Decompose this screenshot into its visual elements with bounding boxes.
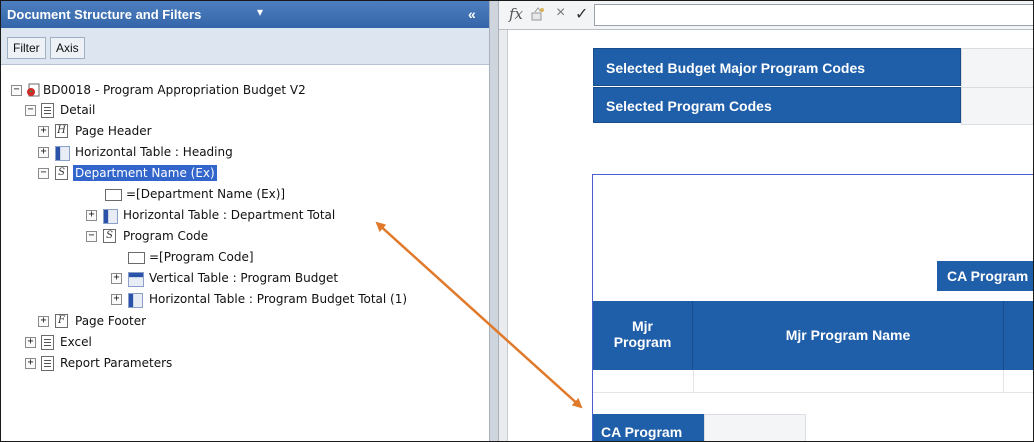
tab-axis[interactable]: Axis xyxy=(50,37,85,59)
panel-header: Document Structure and Filters ▾ « xyxy=(1,1,489,28)
expand-toggle-icon[interactable]: + xyxy=(38,147,49,158)
table-header-row: Mjr Program Mjr Program Name xyxy=(593,301,1033,370)
formula-fx-icon[interactable]: fx xyxy=(509,5,523,23)
selected-program-codes-value[interactable] xyxy=(961,87,1033,125)
section-icon: S xyxy=(103,229,116,243)
expand-toggle-icon[interactable]: + xyxy=(25,337,36,348)
tree-label-department-name: Department Name (Ex) xyxy=(73,165,217,181)
report-editor-panel: fx × ✓ Selected Budget Major Program Cod… xyxy=(489,1,1033,441)
structure-tree: − BD0018 - Program Appropriation Budget … xyxy=(1,64,489,441)
ca-program-footer-value[interactable] xyxy=(704,414,806,441)
ca-program-header-cell[interactable]: CA Program xyxy=(937,261,1033,291)
selected-major-codes-value[interactable] xyxy=(961,48,1033,88)
cell-icon xyxy=(128,252,145,264)
tree-label-report-parameters: Report Parameters xyxy=(60,356,173,370)
collapse-toggle-icon[interactable]: − xyxy=(86,231,97,242)
page-header-icon: H xyxy=(55,124,68,138)
horizontal-table-icon xyxy=(128,293,143,308)
department-section[interactable]: CA Program Mjr Program Mjr Program Name … xyxy=(592,174,1033,441)
column-header-mjr-line1: Mjr xyxy=(632,318,653,334)
panel-splitter[interactable] xyxy=(489,1,499,441)
tab-filter[interactable]: Filter xyxy=(7,37,46,59)
document-structure-panel: Document Structure and Filters ▾ « Filte… xyxy=(1,1,489,441)
tree-label-program-code-cell: =[Program Code] xyxy=(149,250,254,264)
column-header-mjr-program-name[interactable]: Mjr Program Name xyxy=(693,301,1004,370)
report-document-icon xyxy=(27,83,40,97)
vertical-table-icon xyxy=(128,272,144,287)
tree-label-root: BD0018 - Program Appropriation Budget V2 xyxy=(43,83,306,97)
column-divider xyxy=(693,370,694,392)
tree-label-vtable-program-budget: Vertical Table : Program Budget xyxy=(149,271,339,285)
column-header-mjr-line2: Program xyxy=(613,334,672,350)
collapse-panel-button[interactable]: « xyxy=(468,6,476,22)
horizontal-table-icon xyxy=(103,209,118,224)
panel-tab-strip: Filter Axis xyxy=(1,28,489,65)
ca-program-footer-cell[interactable]: CA Program xyxy=(593,414,704,441)
horizontal-table-icon xyxy=(55,146,70,161)
tree-label-htable-dept-total: Horizontal Table : Department Total xyxy=(123,208,336,222)
panel-menu-caret-icon[interactable]: ▾ xyxy=(257,5,263,19)
formula-input[interactable] xyxy=(594,4,1033,26)
selected-major-codes-cell[interactable]: Selected Budget Major Program Codes xyxy=(593,48,961,86)
cancel-formula-icon[interactable]: × xyxy=(556,4,565,22)
collapse-toggle-icon[interactable]: − xyxy=(11,85,22,96)
column-header-mjr-program[interactable]: Mjr Program xyxy=(593,301,693,370)
page-footer-icon: F xyxy=(55,314,68,328)
tree-label-excel: Excel xyxy=(60,335,92,349)
collapse-toggle-icon[interactable]: − xyxy=(25,105,36,116)
expand-toggle-icon[interactable]: + xyxy=(86,210,97,221)
expand-toggle-icon[interactable]: + xyxy=(25,358,36,369)
tree-label-htable-program-budget-total: Horizontal Table : Program Budget Total … xyxy=(149,292,408,306)
app-window: Document Structure and Filters ▾ « Filte… xyxy=(0,0,1034,442)
formula-editor-icon[interactable] xyxy=(531,7,545,21)
cell-icon xyxy=(105,189,122,201)
collapse-toggle-icon[interactable]: − xyxy=(38,168,49,179)
expand-toggle-icon[interactable]: + xyxy=(111,294,122,305)
formula-toolbar: fx × ✓ xyxy=(499,1,1033,30)
expand-toggle-icon[interactable]: + xyxy=(111,273,122,284)
column-divider xyxy=(1003,370,1004,392)
section-icon xyxy=(41,103,54,118)
expand-toggle-icon[interactable]: + xyxy=(38,126,49,137)
section-icon xyxy=(41,356,54,371)
tree-label-department-name-cell: =[Department Name (Ex)] xyxy=(126,187,286,201)
tree-label-page-footer: Page Footer xyxy=(75,314,147,328)
accept-formula-icon[interactable]: ✓ xyxy=(575,4,588,24)
selected-program-codes-cell[interactable]: Selected Program Codes xyxy=(593,87,961,123)
expand-toggle-icon[interactable]: + xyxy=(38,316,49,327)
panel-title: Document Structure and Filters xyxy=(7,7,202,22)
tree-label-page-header: Page Header xyxy=(75,124,152,138)
report-canvas: Selected Budget Major Program Codes Sele… xyxy=(507,30,1033,441)
section-icon xyxy=(41,335,54,350)
tree-label-program-code: Program Code xyxy=(123,229,209,243)
table-row[interactable] xyxy=(593,370,1033,393)
tree-label-detail: Detail xyxy=(60,103,96,117)
tree-label-htable-heading: Horizontal Table : Heading xyxy=(75,145,233,159)
section-icon: S xyxy=(55,166,68,180)
